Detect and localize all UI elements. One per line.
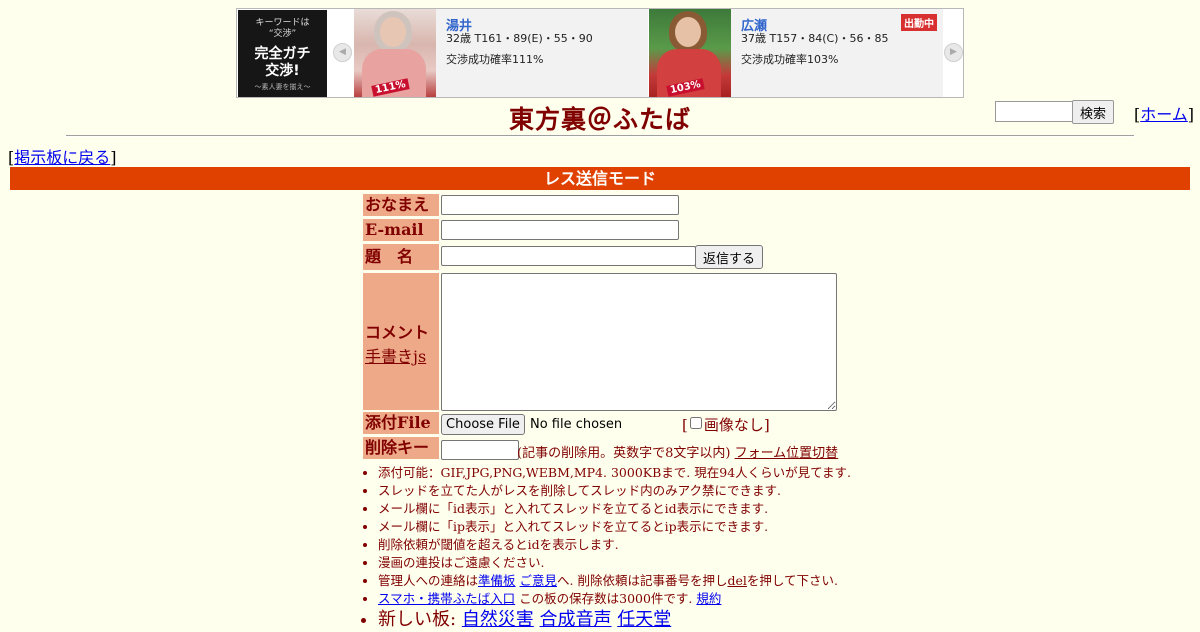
- delete-key-note: (記事の削除用。英数字で8文字以内): [517, 446, 731, 461]
- no-image-option: [画像なし]: [682, 416, 770, 434]
- note-text: を押して下さい.: [746, 573, 838, 588]
- note-text: へ. 削除依頼は記事番号を押し: [557, 573, 728, 588]
- comment-label: コメント: [365, 323, 430, 342]
- del-link[interactable]: del: [727, 573, 746, 588]
- ad-card[interactable]: 103% 広瀬 出勤中 37歳 T157・84(C)・56・85 交渉成功確率1…: [649, 9, 943, 97]
- junbi-board-link[interactable]: 準備板: [478, 573, 516, 588]
- ad-logo-headline: 完全ガチ: [254, 46, 311, 62]
- ad-logo-tagline: 〜素人妻を揃え〜: [254, 83, 311, 91]
- list-item: スレッドを立てた人がレスを削除してスレッド内のみアク禁にできます.: [378, 482, 851, 500]
- list-item: 漫画の連投はご遠慮ください.: [378, 554, 851, 572]
- home-link[interactable]: ホーム: [1140, 105, 1188, 124]
- ad-photo[interactable]: 111%: [354, 9, 436, 97]
- mode-bar: レス送信モード: [10, 167, 1190, 190]
- list-item: スマホ・携帯ふたば入口 この板の保存数は3000件です. 規約: [378, 590, 851, 608]
- file-label: 添付File: [363, 412, 439, 434]
- delete-key-label: 削除キー: [363, 437, 439, 459]
- handwrite-js-link[interactable]: 手書きjs: [365, 347, 426, 366]
- board-notes-list: 添付可能：GIF,JPG,PNG,WEBM,MP4. 3000KBまで. 現在9…: [360, 464, 851, 632]
- email-field[interactable]: [441, 220, 679, 240]
- name-label: おなまえ: [363, 194, 439, 216]
- list-item: メール欄に「id表示」と入れてスレッドを立てるとid表示にできます.: [378, 500, 851, 518]
- comment-label-inner: コメント 手書きjs: [365, 319, 429, 367]
- new-board-link[interactable]: 合成音声: [540, 609, 612, 630]
- ad-card[interactable]: 111% 湯井 32歳 T161・89(E)・55・90 交渉成功確率111%: [354, 9, 648, 97]
- new-boards-label: 新しい板:: [378, 609, 457, 630]
- note-text: この板の保存数は3000件です.: [515, 591, 693, 606]
- ad-card-status-badge: 出勤中: [901, 14, 937, 31]
- email-label: E-mail: [363, 219, 439, 241]
- delete-key-field[interactable]: [441, 440, 519, 460]
- ad-banner[interactable]: キーワードは “交渉” 完全ガチ 交渉! 〜素人妻を揃え〜 ◀ 111% 湯井 …: [236, 8, 964, 98]
- chevron-right-icon[interactable]: ▶: [944, 43, 963, 62]
- comment-textarea[interactable]: [441, 273, 837, 411]
- search-input[interactable]: [995, 101, 1075, 122]
- ad-card-stats: 32歳 T161・89(E)・55・90: [446, 32, 593, 45]
- ad-card-rate: 交渉成功確率103%: [741, 53, 839, 66]
- ad-logo-line: “交渉”: [268, 29, 297, 39]
- back-to-board-link[interactable]: 掲示板に戻る: [14, 148, 110, 167]
- ad-logo[interactable]: キーワードは “交渉” 完全ガチ 交渉! 〜素人妻を揃え〜: [238, 10, 327, 97]
- reply-submit-button[interactable]: 返信する: [695, 245, 763, 269]
- note-text: 管理人への連絡は: [378, 573, 479, 588]
- photo-face: [675, 17, 701, 47]
- search-button[interactable]: 検索: [1072, 100, 1114, 124]
- subject-field[interactable]: [441, 246, 696, 266]
- form-position-toggle-link[interactable]: フォーム位置切替: [735, 446, 839, 461]
- comment-label-cell: コメント 手書きjs: [363, 273, 439, 410]
- ad-card-rate: 交渉成功確率111%: [446, 53, 544, 66]
- back-link-wrap: [掲示板に戻る]: [8, 148, 117, 167]
- list-item: 新しい板: 自然災害 合成音声 任天堂: [378, 608, 851, 632]
- subject-label: 題名: [363, 244, 439, 270]
- mobile-entrance-link[interactable]: スマホ・携帯ふたば入口: [378, 591, 515, 606]
- ad-logo-headline: 交渉!: [265, 63, 300, 79]
- new-board-link[interactable]: 任天堂: [617, 609, 671, 630]
- ad-photo[interactable]: 103%: [649, 9, 731, 97]
- ad-logo-line: キーワードは: [255, 18, 310, 28]
- delete-key-note-wrap: (記事の削除用。英数字で8文字以内) フォーム位置切替: [517, 442, 838, 461]
- choose-file-button[interactable]: Choose File: [441, 414, 525, 435]
- no-file-text: No file chosen: [530, 417, 623, 432]
- list-item: メール欄に「ip表示」と入れてスレッドを立てるとip表示にできます.: [378, 518, 851, 536]
- chevron-left-icon[interactable]: ◀: [333, 43, 352, 62]
- list-item: 削除依頼が閾値を超えるとidを表示します.: [378, 536, 851, 554]
- no-image-label[interactable]: 画像なし: [704, 416, 764, 434]
- no-image-checkbox[interactable]: [689, 417, 702, 429]
- rules-link[interactable]: 規約: [696, 591, 721, 606]
- list-item: 添付可能：GIF,JPG,PNG,WEBM,MP4. 3000KBまで. 現在9…: [378, 464, 851, 482]
- name-field[interactable]: [441, 195, 679, 215]
- list-item: 管理人への連絡は準備板 ご意見へ. 削除依頼は記事番号を押しdelを押して下さい…: [378, 572, 851, 590]
- photo-face: [380, 17, 406, 47]
- new-board-link[interactable]: 自然災害: [462, 609, 534, 630]
- home-link-wrap: [ホーム]: [1134, 105, 1195, 124]
- divider: [66, 135, 1134, 137]
- subject-label-text: 題名: [365, 247, 430, 266]
- ad-card-stats: 37歳 T157・84(C)・56・85: [741, 32, 889, 45]
- feedback-link[interactable]: ご意見: [520, 573, 558, 588]
